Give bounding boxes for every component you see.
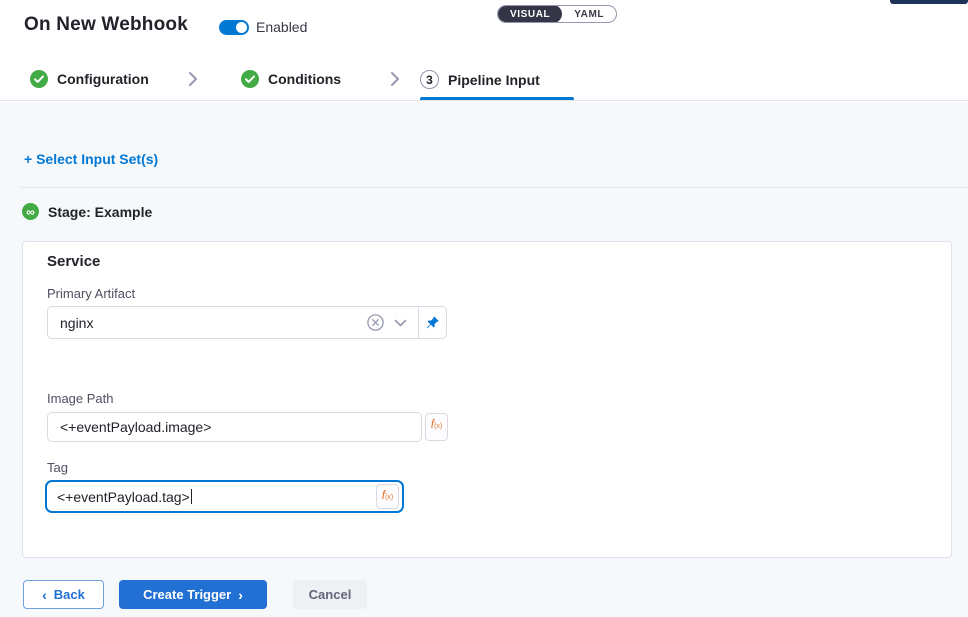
chevron-right-icon xyxy=(186,71,200,87)
service-card: Service Primary Artifact xyxy=(22,241,952,558)
select-input-sets-link[interactable]: + Select Input Set(s) xyxy=(24,151,158,167)
chevron-left-icon: ‹ xyxy=(42,588,47,602)
step-label: Conditions xyxy=(268,71,341,87)
service-card-title: Service xyxy=(47,253,100,270)
step-number: 3 xyxy=(420,70,439,89)
tab-yaml[interactable]: YAML xyxy=(562,5,616,23)
cancel-button[interactable]: Cancel xyxy=(293,580,367,609)
create-trigger-label: Create Trigger xyxy=(143,587,231,602)
fx-subscript: (x) xyxy=(385,494,393,501)
create-trigger-button[interactable]: Create Trigger › xyxy=(119,580,267,609)
active-tab-underline xyxy=(420,97,574,100)
clear-icon[interactable] xyxy=(367,314,384,331)
step-configuration[interactable]: Configuration xyxy=(30,70,149,88)
check-circle-icon xyxy=(30,70,48,88)
fx-subscript: (x) xyxy=(434,423,442,430)
tag-label: Tag xyxy=(47,460,68,475)
tag-input-text[interactable]: <+eventPayload.tag> xyxy=(47,489,376,505)
tab-visual[interactable]: VISUAL xyxy=(498,5,562,23)
tag-input-focused[interactable]: <+eventPayload.tag> f (x) xyxy=(45,480,404,513)
page-body: + Select Input Set(s) ∞ Stage: Example S… xyxy=(0,102,968,617)
stage-row: ∞ Stage: Example xyxy=(22,203,152,220)
image-path-row: f (x) xyxy=(47,412,448,442)
image-path-label: Image Path xyxy=(47,391,114,406)
chevron-right-icon: › xyxy=(238,588,243,602)
cancel-button-label: Cancel xyxy=(309,587,352,602)
header: On New Webhook Enabled VISUAL YAML Confi… xyxy=(0,0,968,101)
back-button-label: Back xyxy=(54,587,85,602)
top-right-partial-button[interactable] xyxy=(890,0,968,4)
trigger-wizard-screen: On New Webhook Enabled VISUAL YAML Confi… xyxy=(0,0,968,617)
cd-stage-icon: ∞ xyxy=(22,203,39,220)
step-label: Configuration xyxy=(57,71,149,87)
primary-artifact-input[interactable] xyxy=(48,315,367,331)
expression-fx-icon[interactable]: f (x) xyxy=(376,484,399,509)
image-path-input[interactable] xyxy=(47,412,422,442)
step-conditions[interactable]: Conditions xyxy=(241,70,341,88)
chevron-down-icon[interactable] xyxy=(394,319,407,327)
chevron-right-icon xyxy=(388,71,402,87)
pin-icon[interactable] xyxy=(419,307,446,338)
toggle-knob xyxy=(236,22,247,33)
text-cursor xyxy=(191,489,192,504)
visual-yaml-switch: VISUAL YAML xyxy=(497,5,617,23)
stage-label: Stage: Example xyxy=(48,204,152,220)
page-title: On New Webhook xyxy=(24,14,188,36)
step-label: Pipeline Input xyxy=(448,72,540,88)
primary-artifact-label: Primary Artifact xyxy=(47,286,135,301)
check-circle-icon xyxy=(241,70,259,88)
divider xyxy=(21,187,968,188)
primary-artifact-select[interactable] xyxy=(47,306,447,339)
enabled-toggle-label: Enabled xyxy=(256,19,307,35)
step-pipeline-input[interactable]: 3 Pipeline Input xyxy=(420,70,540,89)
expression-fx-icon[interactable]: f (x) xyxy=(425,413,448,441)
back-button[interactable]: ‹ Back xyxy=(23,580,104,609)
enabled-toggle[interactable] xyxy=(219,20,249,35)
tag-value: <+eventPayload.tag> xyxy=(57,489,190,505)
